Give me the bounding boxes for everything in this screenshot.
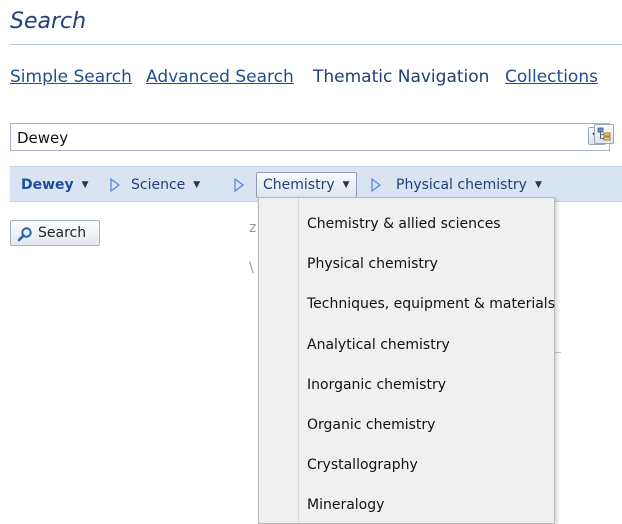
- breadcrumb-separator-icon: [110, 178, 120, 192]
- breadcrumb-dewey[interactable]: Dewey ▼: [21, 175, 89, 195]
- obscured-text-fragment: \: [249, 260, 254, 276]
- menu-item-organic-chemistry[interactable]: Organic chemistry: [307, 417, 435, 433]
- menu-item-analytical-chemistry[interactable]: Analytical chemistry: [307, 337, 450, 353]
- obscured-text-fragment: z: [249, 220, 257, 236]
- title-divider: [10, 44, 622, 45]
- caret-down-icon: ▼: [81, 180, 89, 190]
- simple-search-link[interactable]: Simple Search: [10, 67, 132, 87]
- breadcrumb-science[interactable]: Science ▼: [131, 175, 200, 195]
- tree-view-icon[interactable]: [594, 124, 614, 144]
- breadcrumb-separator-icon: [234, 178, 244, 192]
- classification-select-value: Dewey: [17, 129, 69, 147]
- breadcrumb-dewey-label: Dewey: [21, 177, 74, 193]
- magnifier-icon: [17, 227, 32, 242]
- breadcrumb-separator-icon: [371, 178, 381, 192]
- menu-item-inorganic-chemistry[interactable]: Inorganic chemistry: [307, 377, 446, 393]
- breadcrumb-physical-chemistry-label: Physical chemistry: [396, 177, 527, 193]
- page-title: Search: [10, 9, 87, 34]
- breadcrumb-physical-chemistry[interactable]: Physical chemistry ▼: [396, 175, 542, 195]
- classification-select[interactable]: Dewey: [10, 123, 610, 151]
- caret-down-icon: ▼: [193, 180, 201, 190]
- breadcrumb-science-label: Science: [131, 177, 186, 193]
- menu-item-mineralogy[interactable]: Mineralogy: [307, 497, 384, 513]
- caret-down-icon: ▼: [534, 180, 542, 190]
- menu-item-physical-chemistry[interactable]: Physical chemistry: [307, 256, 438, 272]
- caret-down-icon: ▼: [342, 180, 350, 190]
- menu-item-techniques-equipment-materials[interactable]: Techniques, equipment & materials: [307, 296, 555, 312]
- menu-item-chemistry-allied-sciences[interactable]: Chemistry & allied sciences: [307, 216, 501, 232]
- chemistry-dropdown-menu: Chemistry & allied sciences Physical che…: [258, 197, 555, 524]
- search-button-label: Search: [38, 225, 87, 241]
- search-button[interactable]: Search: [10, 220, 100, 246]
- menu-item-crystallography[interactable]: Crystallography: [307, 457, 418, 473]
- breadcrumb-chemistry[interactable]: Chemistry ▼: [256, 172, 357, 198]
- menu-icon-gutter: [259, 198, 299, 523]
- thematic-navigation-tab[interactable]: Thematic Navigation: [313, 67, 489, 87]
- collections-link[interactable]: Collections: [505, 67, 598, 87]
- advanced-search-link[interactable]: Advanced Search: [146, 67, 294, 87]
- breadcrumb-chemistry-label: Chemistry: [263, 177, 335, 193]
